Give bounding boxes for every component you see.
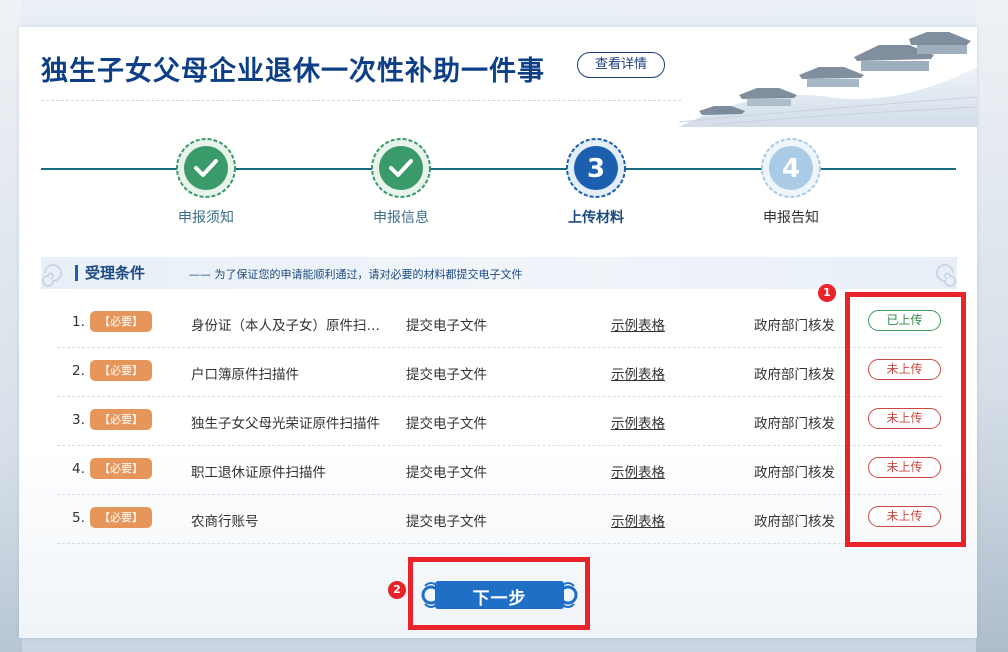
sample-table-link[interactable]: 示例表格 bbox=[611, 461, 665, 481]
material-type: 提交电子文件 bbox=[406, 465, 487, 481]
step-3-number: 3 bbox=[587, 154, 605, 184]
step-2-circle bbox=[371, 138, 431, 198]
section-header: 受理条件 —— 为了保证您的申请能顺利通过，请对必要的材料都提交电子文件 bbox=[41, 257, 957, 289]
annotation-badge-2: 2 bbox=[388, 581, 406, 599]
main-card: 独生子女父母企业退休一次性补助一件事 查看详情 申报须知 申报信息 3 上传材料… bbox=[19, 27, 977, 638]
title-divider bbox=[41, 100, 681, 101]
material-name: 身份证（本人及子女）原件扫… bbox=[191, 318, 380, 334]
step-3-label: 上传材料 bbox=[568, 210, 624, 226]
material-type: 提交电子文件 bbox=[406, 318, 487, 334]
page-title: 独生子女父母企业退休一次性补助一件事 bbox=[41, 56, 545, 87]
row-index: 4. bbox=[72, 461, 85, 477]
required-badge: 【必要】 bbox=[90, 409, 152, 430]
check-icon bbox=[371, 138, 431, 198]
issuer-text: 政府部门核发 bbox=[754, 367, 835, 383]
row-index: 5. bbox=[72, 510, 85, 526]
section-note: —— 为了保证您的申请能顺利通过，请对必要的材料都提交电子文件 bbox=[189, 268, 523, 281]
material-row: 1. 【必要】 身份证（本人及子女）原件扫… 提交电子文件 示例表格 政府部门核… bbox=[57, 299, 941, 348]
required-badge: 【必要】 bbox=[90, 458, 152, 479]
material-type: 提交电子文件 bbox=[406, 416, 487, 432]
material-name: 独生子女父母光荣证原件扫描件 bbox=[191, 416, 380, 432]
background-right bbox=[976, 0, 1008, 652]
highlight-box-2 bbox=[408, 557, 590, 630]
annotation-badge-1: 1 bbox=[818, 284, 836, 302]
step-2-label: 申报信息 bbox=[373, 210, 429, 226]
material-row: 2. 【必要】 户口簿原件扫描件 提交电子文件 示例表格 政府部门核发 未上传 bbox=[57, 348, 941, 397]
step-2: 申报信息 bbox=[331, 138, 471, 227]
sample-table-link[interactable]: 示例表格 bbox=[611, 363, 665, 383]
issuer-text: 政府部门核发 bbox=[754, 514, 835, 530]
required-badge: 【必要】 bbox=[90, 507, 152, 528]
material-name: 户口簿原件扫描件 bbox=[191, 367, 299, 383]
cloud-ornament-icon bbox=[42, 264, 62, 287]
sample-table-link[interactable]: 示例表格 bbox=[611, 510, 665, 530]
row-index: 3. bbox=[72, 412, 85, 428]
step-1: 申报须知 bbox=[136, 138, 276, 227]
issuer-text: 政府部门核发 bbox=[754, 318, 835, 334]
material-row: 3. 【必要】 独生子女父母光荣证原件扫描件 提交电子文件 示例表格 政府部门核… bbox=[57, 397, 941, 446]
section-title: 受理条件 bbox=[85, 264, 146, 282]
step-3-circle: 3 bbox=[566, 138, 626, 198]
step-4: 4 申报告知 bbox=[721, 138, 861, 227]
step-3: 3 上传材料 bbox=[526, 138, 666, 227]
step-1-label: 申报须知 bbox=[178, 210, 234, 226]
step-number-badge-icon: 4 bbox=[761, 138, 821, 198]
material-row: 5. 【必要】 农商行账号 提交电子文件 示例表格 政府部门核发 未上传 bbox=[57, 495, 941, 544]
step-4-circle: 4 bbox=[761, 138, 821, 198]
highlight-box-1 bbox=[845, 292, 966, 547]
section-marker bbox=[75, 265, 78, 281]
cloud-ornament-icon bbox=[936, 264, 956, 287]
issuer-text: 政府部门核发 bbox=[754, 465, 835, 481]
view-details-button[interactable]: 查看详情 bbox=[577, 52, 665, 78]
step-4-label: 申报告知 bbox=[763, 210, 819, 226]
check-icon bbox=[176, 138, 236, 198]
step-number-badge-icon: 3 bbox=[566, 138, 626, 198]
required-badge: 【必要】 bbox=[90, 311, 152, 332]
material-row: 4. 【必要】 职工退休证原件扫描件 提交电子文件 示例表格 政府部门核发 未上… bbox=[57, 446, 941, 495]
traditional-buildings-decoration bbox=[679, 32, 977, 127]
required-badge: 【必要】 bbox=[90, 360, 152, 381]
sample-table-link[interactable]: 示例表格 bbox=[611, 314, 665, 334]
step-1-circle bbox=[176, 138, 236, 198]
issuer-text: 政府部门核发 bbox=[754, 416, 835, 432]
row-index: 1. bbox=[72, 314, 85, 330]
material-type: 提交电子文件 bbox=[406, 514, 487, 530]
row-index: 2. bbox=[72, 363, 85, 379]
material-type: 提交电子文件 bbox=[406, 367, 487, 383]
material-name: 农商行账号 bbox=[191, 514, 259, 530]
sample-table-link[interactable]: 示例表格 bbox=[611, 412, 665, 432]
material-name: 职工退休证原件扫描件 bbox=[191, 465, 326, 481]
step-4-number: 4 bbox=[782, 154, 800, 184]
